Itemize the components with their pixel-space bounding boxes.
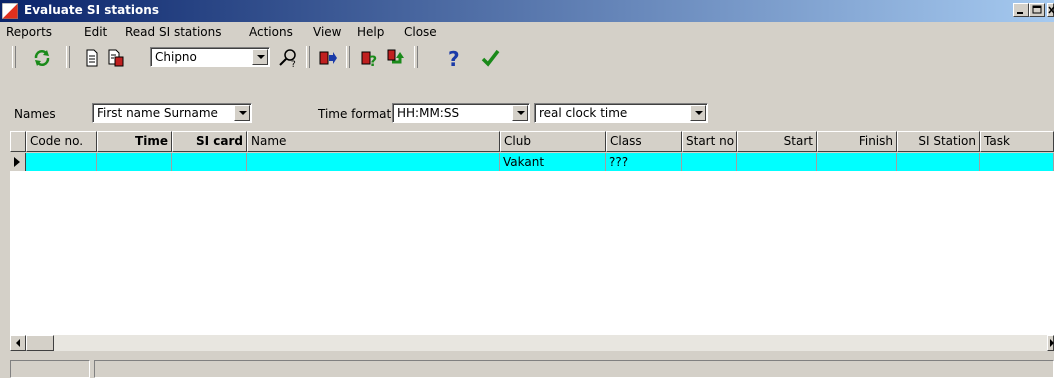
cell-start-no[interactable] <box>682 153 737 171</box>
header-si-card[interactable]: SI card <box>172 131 247 152</box>
application-window: Evaluate SI stations Reports Edit Read S… <box>0 0 1054 378</box>
query-icon[interactable]: ? <box>360 48 380 68</box>
cell-club[interactable]: Vakant <box>500 153 606 171</box>
minimize-button[interactable] <box>1013 3 1029 17</box>
header-code-no[interactable]: Code no. <box>26 131 97 152</box>
cell-si-card[interactable] <box>172 153 247 171</box>
scroll-right-button[interactable] <box>1047 335 1054 351</box>
title-bar[interactable]: Evaluate SI stations <box>0 0 1054 22</box>
help-icon[interactable]: ? <box>444 48 464 68</box>
cell-code-no[interactable] <box>26 153 97 171</box>
chevron-down-icon[interactable] <box>252 49 268 65</box>
current-row-arrow-icon <box>10 153 26 171</box>
refresh-icon[interactable] <box>32 48 52 68</box>
table-row[interactable]: Vakant ??? <box>10 153 1054 171</box>
chevron-down-icon[interactable] <box>512 105 528 121</box>
chevron-down-icon[interactable] <box>234 105 250 121</box>
names-label: Names <box>14 107 56 121</box>
time-format-select-value: HH:MM:SS <box>397 106 460 120</box>
menu-read-si-stations[interactable]: Read SI stations <box>125 25 222 39</box>
header-start[interactable]: Start <box>737 131 817 152</box>
close-icon <box>1048 6 1054 14</box>
toolbar-separator <box>66 46 70 68</box>
header-finish[interactable]: Finish <box>817 131 897 152</box>
menu-close[interactable]: Close <box>404 25 437 39</box>
svg-text:?: ? <box>448 48 460 68</box>
close-button[interactable] <box>1047 3 1054 17</box>
cell-class[interactable]: ??? <box>606 153 682 171</box>
toolbar-separator <box>414 46 418 68</box>
header-indicator <box>10 131 26 152</box>
grid-header: Code no. Time SI card Name Club Class St… <box>10 131 1054 153</box>
toolbar-separator <box>306 46 310 68</box>
time-mode-select[interactable]: real clock time <box>534 103 708 123</box>
menu-reports[interactable]: Reports <box>6 25 52 39</box>
maximize-button[interactable] <box>1029 3 1045 17</box>
cell-finish[interactable] <box>817 153 897 171</box>
toolbar-separator <box>346 46 350 68</box>
menu-actions[interactable]: Actions <box>249 25 293 39</box>
time-format-label: Time format <box>318 107 392 121</box>
check-icon[interactable] <box>480 48 500 68</box>
find-icon[interactable]: ? <box>278 48 298 68</box>
header-name[interactable]: Name <box>247 131 500 152</box>
header-si-station[interactable]: SI Station <box>897 131 980 152</box>
header-start-no[interactable]: Start no <box>682 131 737 152</box>
time-format-select[interactable]: HH:MM:SS <box>392 103 530 123</box>
chipno-field-value: Chipno <box>155 50 197 64</box>
status-bar <box>0 358 1054 378</box>
cell-time[interactable] <box>97 153 172 171</box>
cell-start[interactable] <box>737 153 817 171</box>
chevron-down-icon[interactable] <box>690 105 706 121</box>
cell-name[interactable] <box>247 153 500 171</box>
minimize-icon <box>1017 12 1023 14</box>
app-logo-icon <box>2 3 18 19</box>
status-panel <box>94 360 1054 378</box>
menu-view[interactable]: View <box>313 25 341 39</box>
document-red-icon[interactable] <box>106 48 126 68</box>
menu-edit[interactable]: Edit <box>84 25 107 39</box>
window-title: Evaluate SI stations <box>24 3 159 17</box>
arrow-left-icon <box>16 339 20 347</box>
time-mode-select-value: real clock time <box>539 106 628 120</box>
document-icon[interactable] <box>82 48 102 68</box>
names-select-value: First name Surname <box>97 106 218 120</box>
svg-text:?: ? <box>291 60 296 68</box>
arrow-right-icon <box>1050 339 1054 347</box>
maximize-icon <box>1032 5 1042 14</box>
scroll-left-button[interactable] <box>10 335 26 351</box>
svg-text:?: ? <box>369 54 377 68</box>
menu-bar: Reports Edit Read SI stations Actions Vi… <box>0 22 1054 42</box>
stations-grid[interactable]: Code no. Time SI card Name Club Class St… <box>10 131 1054 335</box>
header-class[interactable]: Class <box>606 131 682 152</box>
scrollbar-thumb[interactable] <box>26 335 54 351</box>
names-select[interactable]: First name Surname <box>92 103 252 123</box>
chipno-field[interactable]: Chipno <box>150 47 270 67</box>
header-time[interactable]: Time <box>97 131 172 152</box>
menu-help[interactable]: Help <box>357 25 384 39</box>
return-icon[interactable] <box>386 48 406 68</box>
header-task[interactable]: Task <box>980 131 1054 152</box>
horizontal-scrollbar[interactable] <box>10 335 1054 351</box>
status-panel <box>10 360 90 378</box>
header-club[interactable]: Club <box>500 131 606 152</box>
toolbar: Chipno ? ? ? Names <box>0 44 1054 121</box>
toolbar-grip[interactable] <box>12 46 16 68</box>
exit-icon[interactable] <box>318 48 338 68</box>
cell-task[interactable] <box>980 153 1054 171</box>
cell-si-station[interactable] <box>897 153 980 171</box>
